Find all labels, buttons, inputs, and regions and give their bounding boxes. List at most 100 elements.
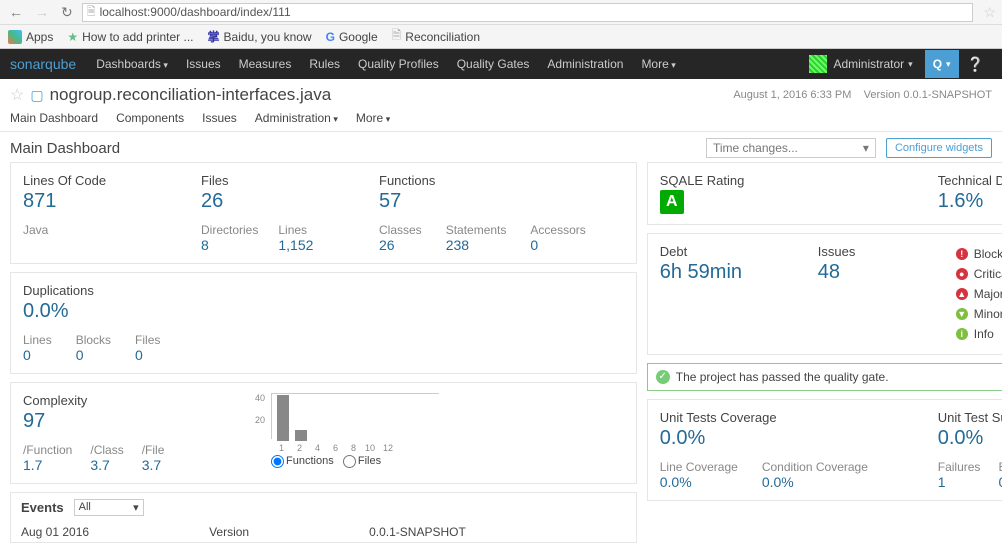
severity-table: !Blocker0 ●Critical0 ▲Major17 ▼Minor31 i… [956,244,1002,344]
complexity-value[interactable]: 97 [23,410,45,432]
folder-icon: ▢ [30,87,43,104]
project-name[interactable]: nogroup.reconciliation-interfaces.java [50,85,332,105]
nav-administration[interactable]: Administration [547,57,623,71]
line-cov[interactable]: 0.0% [660,474,692,490]
complexity-histogram: 40 20 1 2 4 6 8 10 12 [243,393,443,453]
favorite-star-icon[interactable]: ☆ [10,85,24,105]
app-topnav: sonarqube Dashboards Issues Measures Rul… [0,49,1002,79]
quality-gate-banner: ✓ The project has passed the quality gat… [647,363,1002,391]
nav-more[interactable]: More [641,57,675,71]
nav-dashboards[interactable]: Dashboards [96,57,168,71]
apps-icon [8,30,22,44]
critical-icon: ● [956,268,968,280]
subnav-more[interactable]: More [356,111,390,125]
google-icon: G [326,30,335,44]
time-changes-select[interactable]: Time changes... ▾ [706,138,876,158]
minor-icon: ▼ [956,308,968,320]
tdr-value[interactable]: 1.6% [938,190,984,212]
help-icon: ❔ [967,56,984,72]
back-icon[interactable]: ← [6,4,26,20]
page-icon: 🗎 [392,26,402,47]
baidu-icon: 掌 [208,28,220,45]
forward-icon[interactable]: → [32,4,52,20]
subnav-components[interactable]: Components [116,111,184,125]
bookmark-reconciliation[interactable]: 🗎Reconciliation [392,26,480,47]
help-button[interactable]: ❔ [959,56,992,73]
functions-value[interactable]: 57 [379,190,401,212]
bookmarks-bar: Apps ★How to add printer ... 掌Baidu, you… [0,25,1002,49]
bookmark-baidu[interactable]: 掌Baidu, you know [208,28,312,45]
info-icon: i [956,328,968,340]
dashboard-header: Main Dashboard Time changes... ▾ Configu… [0,132,1002,162]
loc-label: Lines Of Code [23,173,163,188]
blocker-icon: ! [956,248,968,260]
event-date: Aug 01 2016 [21,525,89,539]
project-header: ☆ ▢ nogroup.reconciliation-interfaces.ja… [0,79,1002,107]
files-value[interactable]: 26 [201,190,223,212]
cx-per-file[interactable]: 3.7 [142,457,161,473]
nav-quality-profiles[interactable]: Quality Profiles [358,57,439,71]
chevron-down-icon: ▾ [946,59,951,70]
event-value: 0.0.1-SNAPSHOT [369,525,466,539]
dup-value[interactable]: 0.0% [23,300,69,322]
subnav-issues[interactable]: Issues [202,111,237,125]
chevron-down-icon: ▾ [908,59,913,70]
radio-files[interactable]: Files [343,455,381,467]
cx-per-function[interactable]: 1.7 [23,457,42,473]
functions-label: Functions [379,173,586,188]
configure-widgets-button[interactable]: Configure widgets [886,138,992,158]
user-menu[interactable]: Administrator ▾ [803,51,918,77]
debt-value[interactable]: 6h 59min [660,261,742,283]
dup-blocks[interactable]: 0 [76,347,84,363]
project-meta: August 1, 2016 6:33 PM Version 0.0.1-SNA… [733,89,992,101]
url-input[interactable]: 🗎 localhost:9000/dashboard/index/111 [82,3,974,22]
reload-icon[interactable]: ↻ [58,4,76,21]
cond-cov[interactable]: 0.0% [762,474,794,490]
classes-value[interactable]: 26 [379,237,395,253]
failures[interactable]: 1 [938,474,946,490]
accessors-value[interactable]: 0 [530,237,538,253]
coverage-value[interactable]: 0.0% [660,427,706,449]
avatar [809,55,827,73]
nav-quality-gates[interactable]: Quality Gates [457,57,530,71]
page-icon: 🗎 [87,3,96,22]
sqale-widget: SQALE Rating A Technical Debt Ratio 1.6% [647,162,1002,225]
page-title: Main Dashboard [10,140,120,157]
tests-widget: Unit Tests Coverage 0.0% Line Coverage0.… [647,399,1002,501]
loc-value[interactable]: 871 [23,190,56,212]
search-button[interactable]: Q ▾ [925,50,959,78]
files-label: Files [201,173,341,188]
subnav-administration[interactable]: Administration [255,111,338,125]
search-icon: Q [933,57,942,71]
nav-rules[interactable]: Rules [309,57,340,71]
nav-issues[interactable]: Issues [186,57,221,71]
chevron-down-icon: ▾ [863,141,869,155]
bookmark-printer[interactable]: ★How to add printer ... [67,30,193,44]
size-widget: Lines Of Code 871 Java Files 26 Director… [10,162,637,264]
dirs-value[interactable]: 8 [201,237,209,253]
complexity-widget: Complexity 97 /Function1.7 /Class3.7 /Fi… [10,382,637,484]
dup-lines[interactable]: 0 [23,347,31,363]
dup-files[interactable]: 0 [135,347,143,363]
cx-per-class[interactable]: 3.7 [90,457,109,473]
errors[interactable]: 0 [998,474,1002,490]
lines-value[interactable]: 1,152 [278,237,313,253]
sqale-rating-badge: A [660,190,684,214]
issues-value[interactable]: 48 [818,261,840,283]
apps-launcher[interactable]: Apps [8,30,53,44]
nav-measures[interactable]: Measures [239,57,292,71]
bookmark-star-icon[interactable]: ☆ [983,4,996,21]
project-subnav: Main Dashboard Components Issues Adminis… [0,107,1002,132]
chevron-down-icon: ▾ [133,501,139,514]
events-filter-select[interactable]: All▾ [74,499,144,516]
language-label: Java [23,223,163,237]
duplications-widget: Duplications 0.0% Lines0 Blocks0 Files0 [10,272,637,374]
success-value[interactable]: 0.0% [938,427,984,449]
logo[interactable]: sonarqube [10,56,76,72]
radio-functions[interactable]: Functions [271,455,334,467]
bookmark-google[interactable]: GGoogle [326,30,378,44]
url-text: localhost:9000/dashboard/index/111 [100,5,291,19]
check-icon: ✓ [656,370,670,384]
stmts-value[interactable]: 238 [446,237,469,253]
subnav-main[interactable]: Main Dashboard [10,111,98,125]
